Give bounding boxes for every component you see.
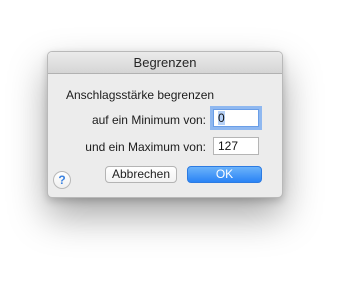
minimum-value: 0 [218,111,225,125]
limit-dialog: Begrenzen Anschlagsstärke begrenzen auf … [47,51,283,198]
dialog-heading: Anschlagsstärke begrenzen [66,88,215,102]
maximum-value: 127 [218,139,239,153]
maximum-label: und ein Maximum von: [85,140,206,154]
screen: Begrenzen Anschlagsstärke begrenzen auf … [0,0,350,301]
cancel-button[interactable]: Abbrechen [105,166,177,183]
dialog-title: Begrenzen [48,52,282,74]
ok-button[interactable]: OK [187,166,262,183]
minimum-input[interactable]: 0 [213,109,259,127]
maximum-input[interactable]: 127 [213,137,259,155]
help-label: ? [58,173,66,187]
help-icon[interactable]: ? [53,171,71,189]
minimum-label: auf ein Minimum von: [91,113,206,127]
